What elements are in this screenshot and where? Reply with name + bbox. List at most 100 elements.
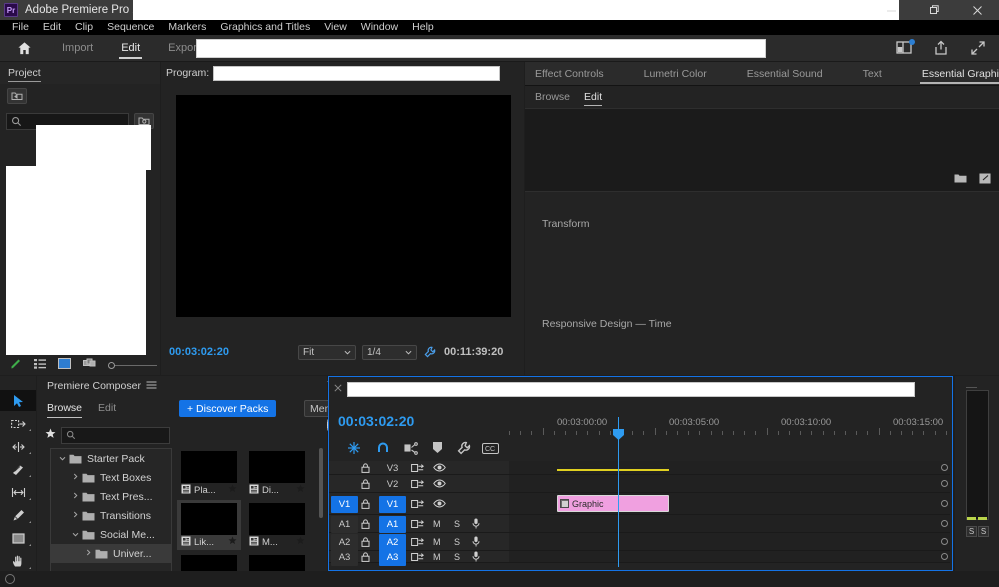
share-export-icon[interactable]	[933, 40, 950, 57]
graphics-layer-list[interactable]	[525, 108, 999, 192]
composer-thumbnail-preview[interactable]	[181, 451, 237, 483]
list-view-icon[interactable]	[34, 358, 46, 372]
add-marker-icon[interactable]	[432, 441, 443, 458]
composer-tree-item[interactable]: Text Pres...	[51, 487, 171, 506]
track-target-a3[interactable]: A3	[379, 548, 406, 566]
track-lane-v3[interactable]	[509, 461, 950, 474]
slip-tool[interactable]	[0, 482, 36, 503]
project-zoom-slider[interactable]	[108, 361, 157, 369]
track-sync-lock-toggle[interactable]	[411, 499, 424, 509]
tab-essential-sound[interactable]: Essential Sound	[737, 62, 833, 86]
track-lane-a2[interactable]	[509, 533, 950, 550]
selection-tool[interactable]	[0, 390, 36, 411]
composer-thumbnail-preview[interactable]	[249, 451, 305, 483]
timeline-settings-wrench-icon[interactable]	[457, 441, 471, 458]
timeline-track-row-a2[interactable]: A2 A2 M S	[329, 533, 950, 551]
track-visibility-toggle[interactable]	[433, 499, 446, 508]
playback-resolution-select[interactable]: 1/4	[362, 344, 417, 360]
composer-search-input[interactable]	[61, 426, 170, 444]
home-icon[interactable]	[0, 41, 48, 56]
composer-tree-item[interactable]: Text Boxes	[51, 468, 171, 487]
composer-scrollbar[interactable]	[319, 448, 323, 518]
program-video-area[interactable]	[176, 95, 511, 317]
track-header-a2[interactable]: A2 A2 M S	[329, 533, 509, 551]
zoom-slider-knob[interactable]	[108, 361, 115, 369]
ripple-edit-tool[interactable]	[0, 436, 36, 457]
pen-tool[interactable]	[0, 505, 36, 526]
snap-magnet-icon[interactable]	[376, 441, 390, 458]
track-header-v2[interactable]: V2	[329, 475, 509, 492]
chevron-right-icon[interactable]	[68, 511, 82, 520]
tab-import[interactable]: Import	[48, 35, 107, 62]
composer-tree-item[interactable]: Transitions	[51, 506, 171, 525]
track-lock-toggle[interactable]	[361, 537, 370, 547]
new-folder-icon[interactable]	[954, 173, 967, 187]
chevron-down-icon[interactable]	[68, 530, 82, 539]
star-icon[interactable]	[45, 428, 56, 442]
track-height-handle[interactable]	[941, 500, 948, 507]
star-icon[interactable]	[296, 536, 305, 548]
timeline-clip-graphic[interactable]: Graphic	[557, 495, 669, 512]
track-lock-toggle[interactable]	[361, 552, 370, 562]
menu-view[interactable]: View	[317, 20, 354, 35]
track-sync-lock-toggle[interactable]	[411, 537, 424, 547]
track-lock-toggle[interactable]	[361, 479, 370, 489]
track-visibility-toggle[interactable]	[433, 479, 446, 488]
source-patch-a3[interactable]: A3	[331, 548, 358, 566]
wrench-icon[interactable]	[424, 346, 436, 361]
track-sync-lock-toggle[interactable]	[411, 552, 424, 562]
tab-edit[interactable]: Edit	[107, 35, 154, 62]
star-icon[interactable]	[228, 536, 237, 548]
track-voiceover-button[interactable]	[472, 551, 480, 562]
project-bin-area[interactable]	[6, 166, 146, 373]
source-patch-a2[interactable]: A2	[331, 533, 358, 551]
track-solo-button[interactable]: S	[454, 537, 460, 547]
closed-captions-icon[interactable]: CC	[482, 443, 499, 457]
parent-bin-icon[interactable]	[7, 88, 27, 104]
tab-essential-graphics[interactable]: Essential Graphics	[912, 62, 999, 86]
composer-pack-tree[interactable]: Starter Pack Text Boxes Text Pres... Transi…	[50, 448, 172, 581]
track-header-v3[interactable]: V3	[329, 461, 509, 474]
composer-thumbnail-preview[interactable]	[181, 503, 237, 535]
close-button[interactable]	[956, 0, 999, 20]
menu-markers[interactable]: Markers	[161, 20, 213, 35]
timeline-current-timecode[interactable]: 00:03:02:20	[338, 413, 414, 429]
tab-text[interactable]: Text	[853, 62, 892, 86]
linked-selection-icon[interactable]	[404, 441, 419, 458]
composer-tab-edit[interactable]: Edit	[98, 402, 116, 414]
new-layer-icon[interactable]	[979, 173, 991, 187]
composer-thumbnail-item[interactable]: M...	[245, 500, 309, 550]
track-mute-button[interactable]: M	[433, 537, 441, 547]
track-mute-button[interactable]: M	[433, 519, 441, 529]
track-lane-v2[interactable]	[509, 475, 950, 492]
meter-solo-right-button[interactable]: S	[978, 526, 989, 537]
track-height-handle[interactable]	[941, 480, 948, 487]
track-header-a1[interactable]: A1 A1 M S	[329, 515, 509, 533]
source-patch-v1[interactable]: V1	[331, 495, 358, 513]
timeline-track-row-v2[interactable]: V2	[329, 475, 950, 493]
star-icon[interactable]	[296, 484, 305, 496]
track-sync-lock-toggle[interactable]	[411, 519, 424, 529]
panel-menu-icon[interactable]	[146, 380, 157, 392]
menu-sequence[interactable]: Sequence	[100, 20, 161, 35]
chevron-right-icon[interactable]	[68, 492, 82, 501]
track-select-forward-tool[interactable]	[0, 413, 36, 434]
track-visibility-toggle[interactable]	[433, 463, 446, 472]
track-lock-toggle[interactable]	[361, 519, 370, 529]
header-search-redaction[interactable]	[196, 39, 766, 58]
minimize-button[interactable]	[870, 0, 913, 20]
track-sync-lock-toggle[interactable]	[411, 479, 424, 489]
track-lock-toggle[interactable]	[361, 463, 370, 473]
track-lane-a1[interactable]	[509, 515, 950, 532]
icon-view-icon[interactable]	[58, 358, 71, 372]
program-current-timecode[interactable]: 00:03:02:20	[169, 346, 229, 358]
menu-window[interactable]: Window	[354, 20, 405, 35]
timeline-track-row-v3[interactable]: V3	[329, 461, 950, 475]
track-mute-button[interactable]: M	[433, 552, 441, 562]
razor-tool[interactable]	[0, 459, 36, 480]
track-target-v2[interactable]: V2	[379, 476, 406, 493]
composer-thumbnail-item[interactable]: Di...	[245, 448, 309, 498]
track-lane-v1[interactable]: Graphic	[509, 469, 950, 514]
close-icon[interactable]	[334, 383, 342, 395]
composer-thumbnail-item[interactable]: Lik...	[177, 500, 241, 550]
